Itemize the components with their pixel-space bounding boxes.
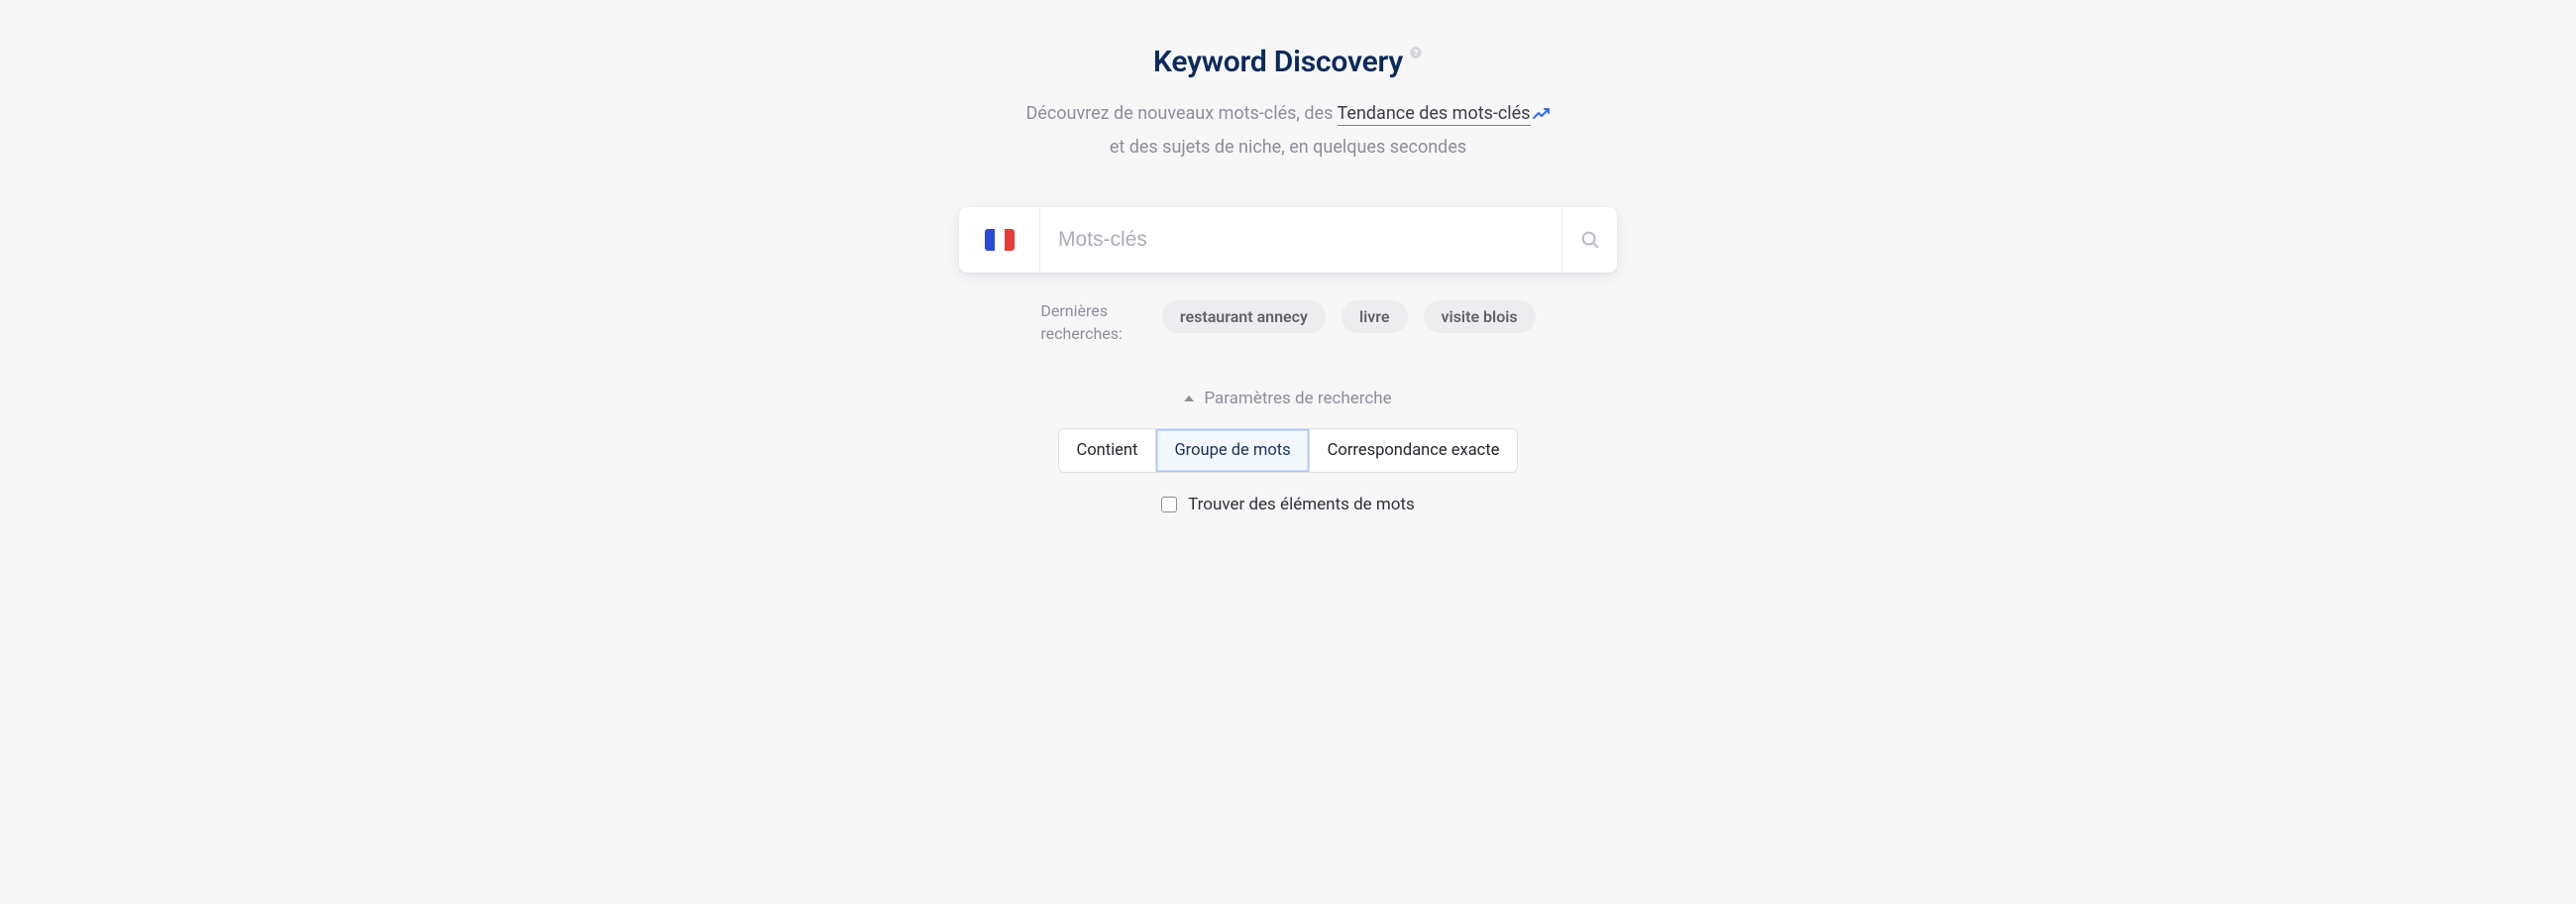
- subtitle-text-1: Découvrez de nouveaux mots-clés, des: [1025, 103, 1337, 124]
- match-option-contains[interactable]: Contient: [1059, 429, 1157, 472]
- france-flag-icon: [985, 229, 1015, 251]
- svg-text:?: ?: [1414, 48, 1419, 56]
- recent-searches-chips: restaurant annecy livre visite blois: [1162, 300, 1536, 333]
- page-subtitle: Découvrez de nouveaux mots-clés, des Ten…: [1025, 97, 1550, 164]
- help-icon[interactable]: ?: [1409, 46, 1423, 63]
- match-option-exact[interactable]: Correspondance exacte: [1310, 429, 1518, 472]
- find-word-elements-checkbox[interactable]: Trouver des éléments de mots: [1161, 495, 1415, 514]
- recent-chip[interactable]: visite blois: [1424, 300, 1536, 333]
- recent-chip[interactable]: livre: [1342, 300, 1408, 333]
- search-params-toggle[interactable]: Paramètres de recherche: [1184, 389, 1391, 408]
- match-option-word-group[interactable]: Groupe de mots: [1156, 429, 1309, 472]
- match-type-segmented-control: Contient Groupe de mots Correspondance e…: [1058, 428, 1519, 473]
- keyword-trends-link[interactable]: Tendance des mots-clés: [1338, 103, 1531, 126]
- search-icon: [1579, 229, 1601, 251]
- search-bar: [959, 207, 1617, 273]
- country-selector[interactable]: [959, 207, 1040, 273]
- chevron-up-icon: [1184, 396, 1194, 401]
- page-title: Keyword Discovery: [1153, 45, 1403, 79]
- trend-up-icon: [1533, 98, 1551, 131]
- search-params-label: Paramètres de recherche: [1204, 389, 1391, 408]
- recent-searches-label: Dernières recherches:: [1040, 300, 1123, 345]
- search-button[interactable]: [1561, 207, 1617, 273]
- subtitle-text-2: et des sujets de niche, en quelques seco…: [1110, 137, 1466, 158]
- keyword-search-input[interactable]: [1040, 207, 1561, 273]
- checkbox-icon: [1161, 497, 1177, 512]
- checkbox-label: Trouver des éléments de mots: [1188, 495, 1415, 514]
- recent-chip[interactable]: restaurant annecy: [1162, 300, 1326, 333]
